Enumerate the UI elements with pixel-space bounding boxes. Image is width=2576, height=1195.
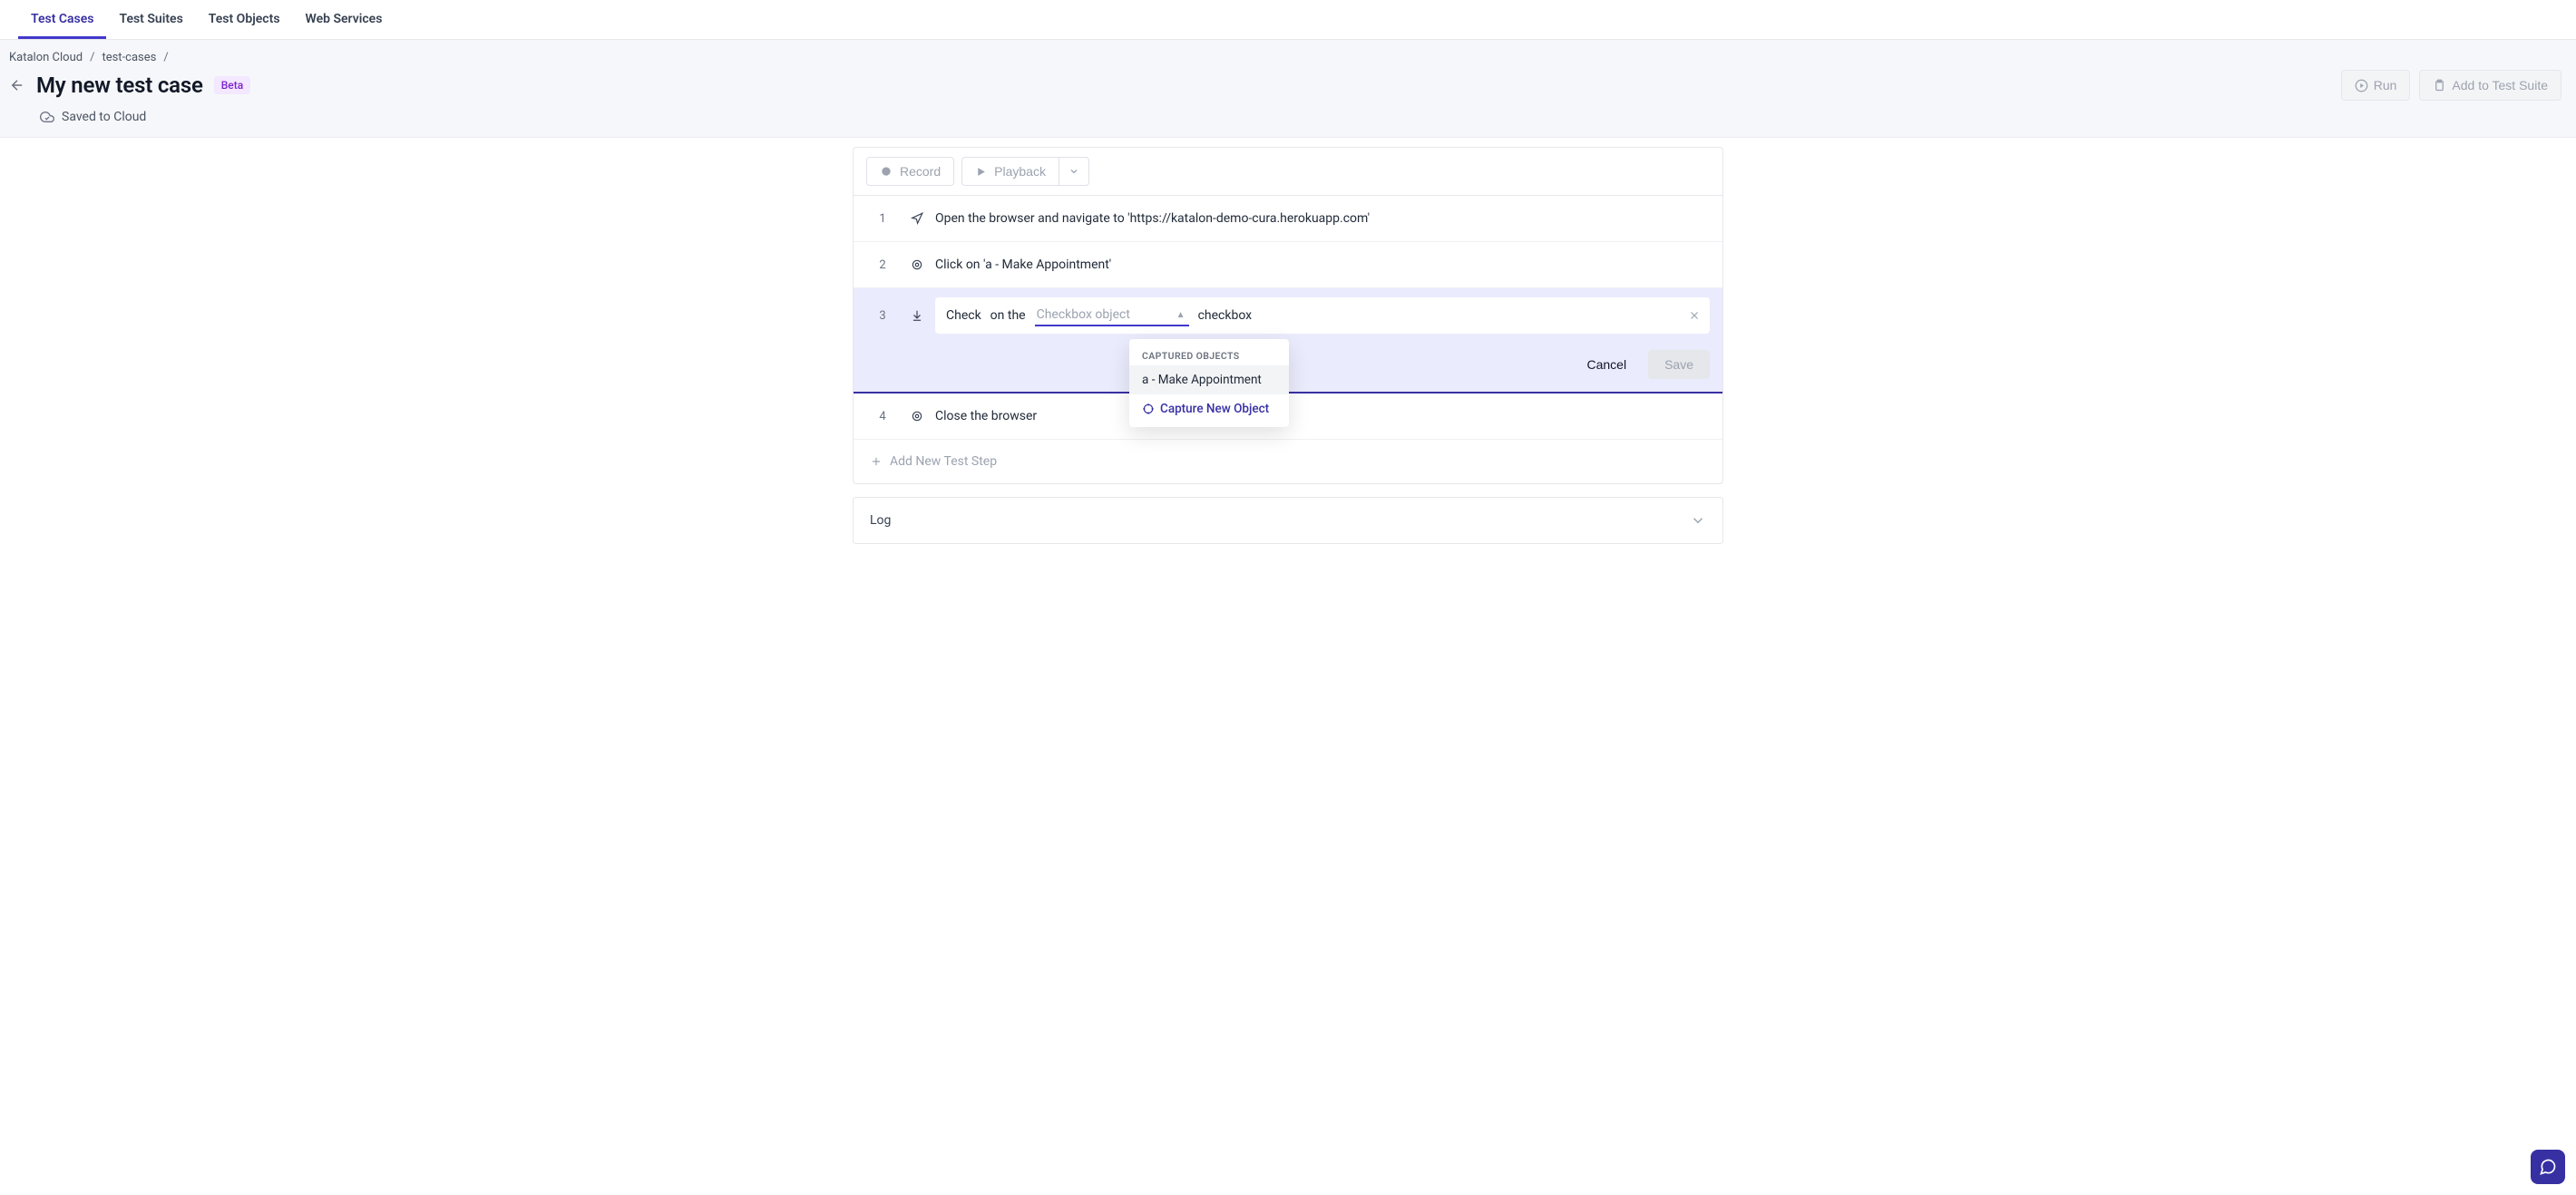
step-row[interactable]: 2 Click on 'a - Make Appointment' <box>854 242 1722 288</box>
check-down-icon <box>899 309 935 322</box>
cancel-button[interactable]: Cancel <box>1577 350 1635 379</box>
record-button[interactable]: Record <box>866 157 954 186</box>
page-header: Katalon Cloud / test-cases / My new test… <box>0 40 2576 138</box>
editor-card: Record Playback 1 Open the brows <box>853 147 1723 484</box>
step-number: 4 <box>866 410 899 423</box>
object-placeholder: Checkbox object <box>1037 307 1130 322</box>
step-text: Close the browser <box>935 409 1710 423</box>
step-row[interactable]: 1 Open the browser and navigate to 'http… <box>854 196 1722 242</box>
page-title: My new test case <box>36 73 203 98</box>
chevron-down-icon <box>1690 512 1706 529</box>
step-row-editing: 3 Check on the Checkbox object ▲ checkbo… <box>854 288 1722 393</box>
playback-label: Playback <box>994 164 1046 179</box>
play-circle-icon <box>2355 79 2368 92</box>
top-tabs: Test Cases Test Suites Test Objects Web … <box>0 0 2576 40</box>
step-edit-bubble: Check on the Checkbox object ▲ checkbox <box>935 297 1710 334</box>
caret-up-icon: ▲ <box>1176 310 1186 320</box>
chat-icon <box>2539 1158 2557 1176</box>
tab-test-cases[interactable]: Test Cases <box>18 0 106 39</box>
run-button[interactable]: Run <box>2341 70 2411 101</box>
add-to-suite-button[interactable]: Add to Test Suite <box>2419 70 2561 101</box>
editor-toolbar: Record Playback <box>854 148 1722 196</box>
tab-test-objects[interactable]: Test Objects <box>196 0 293 39</box>
plus-icon <box>870 455 883 468</box>
playback-dropdown-button[interactable] <box>1059 157 1089 186</box>
step-text: Open the browser and navigate to 'https:… <box>935 211 1710 226</box>
playback-button[interactable]: Playback <box>961 157 1059 186</box>
chat-widget-button[interactable] <box>2531 1150 2565 1184</box>
beta-badge: Beta <box>214 76 250 94</box>
breadcrumb-separator: / <box>163 51 168 64</box>
object-dropdown: CAPTURED OBJECTS a - Make Appointment Ca… <box>1129 339 1289 427</box>
breadcrumb-item[interactable]: Katalon Cloud <box>9 51 83 64</box>
steps-list: 1 Open the browser and navigate to 'http… <box>854 196 1722 440</box>
clipboard-icon <box>2433 79 2446 92</box>
main-area: Record Playback 1 Open the brows <box>9 147 2567 544</box>
navigate-icon <box>899 212 935 225</box>
play-icon <box>975 166 987 178</box>
cursor-icon <box>899 258 935 271</box>
breadcrumb: Katalon Cloud / test-cases / <box>9 51 2567 64</box>
cursor-icon <box>899 410 935 423</box>
close-icon[interactable] <box>1688 309 1701 322</box>
cloud-check-icon <box>40 110 54 124</box>
saved-status: Saved to Cloud <box>9 110 2567 124</box>
dropdown-header: CAPTURED OBJECTS <box>1129 345 1289 365</box>
dropdown-item[interactable]: a - Make Appointment <box>1129 365 1289 394</box>
target-icon <box>1142 403 1155 415</box>
log-label: Log <box>870 513 891 528</box>
log-panel-toggle[interactable]: Log <box>853 497 1723 544</box>
step-number: 1 <box>866 212 899 226</box>
run-button-label: Run <box>2374 78 2397 92</box>
step-word-onthe: on the <box>990 308 1026 323</box>
breadcrumb-separator: / <box>90 51 94 64</box>
add-new-step-button[interactable]: Add New Test Step <box>854 440 1722 483</box>
record-icon <box>880 165 893 178</box>
save-button[interactable]: Save <box>1648 350 1710 379</box>
add-to-suite-label: Add to Test Suite <box>2452 78 2548 92</box>
step-word-checkbox: checkbox <box>1198 308 1253 323</box>
back-arrow-icon[interactable] <box>9 77 25 93</box>
capture-label: Capture New Object <box>1160 402 1269 416</box>
saved-status-text: Saved to Cloud <box>62 110 146 124</box>
capture-new-object-button[interactable]: Capture New Object <box>1129 394 1289 423</box>
step-number: 2 <box>866 258 899 272</box>
tab-web-services[interactable]: Web Services <box>293 0 395 39</box>
breadcrumb-item[interactable]: test-cases <box>102 51 156 64</box>
chevron-down-icon <box>1068 166 1079 177</box>
step-text: Click on 'a - Make Appointment' <box>935 257 1710 272</box>
checkbox-object-input[interactable]: Checkbox object ▲ <box>1035 305 1189 326</box>
step-number: 3 <box>866 309 899 323</box>
step-word-check: Check <box>946 308 981 323</box>
record-label: Record <box>900 164 941 179</box>
add-step-label: Add New Test Step <box>890 454 997 469</box>
tab-test-suites[interactable]: Test Suites <box>106 0 195 39</box>
